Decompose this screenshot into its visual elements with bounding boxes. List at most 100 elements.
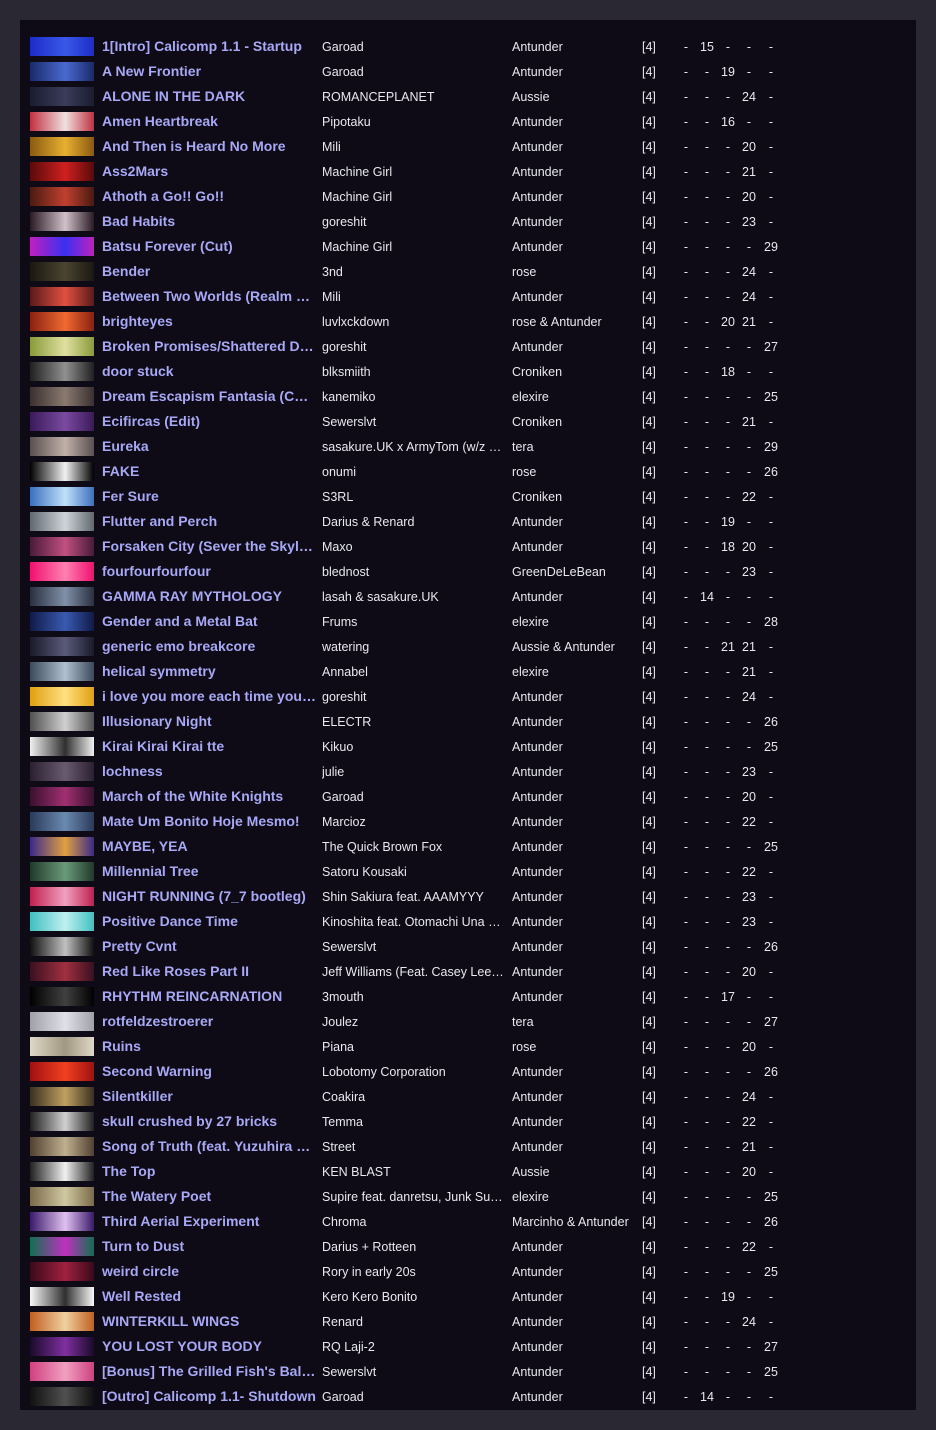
song-title-link[interactable]: Millennial Tree [102, 863, 316, 880]
song-row[interactable]: Illusionary Night ELECTR Antunder [4] - - - -26 [20, 709, 916, 734]
song-row[interactable]: Song of Truth (feat. Yuzuhira Eri) Street… [20, 1134, 916, 1159]
song-title-link[interactable]: Gender and a Metal Bat [102, 613, 316, 630]
song-title-link[interactable]: lochness [102, 763, 316, 780]
song-row[interactable]: Batsu Forever (Cut) Machine Girl Antunder [… [20, 234, 916, 259]
song-title-link[interactable]: Eureka [102, 438, 316, 455]
song-title-link[interactable]: generic emo breakcore [102, 638, 316, 655]
song-title-link[interactable]: Broken Promises/Shattered Dreams [102, 338, 316, 355]
song-title-link[interactable]: Between Two Worlds (Realm of Light) [102, 288, 316, 305]
song-row[interactable]: Athoth a Go!! Go!! Machine Girl Antunder [4… [20, 184, 916, 209]
song-row[interactable]: NIGHT RUNNING (7_7 bootleg) Shin Sakiura … [20, 884, 916, 909]
song-row[interactable]: Dream Escapism Fantasia (Cut Ver.) kanemi… [20, 384, 916, 409]
song-title-link[interactable]: [Bonus] The Grilled Fish's Ballad [102, 1363, 316, 1380]
song-row[interactable]: [Bonus] The Grilled Fish's Ballad Sewersl… [20, 1359, 916, 1384]
song-title-link[interactable]: RHYTHM REINCARNATION [102, 988, 316, 1005]
song-title-link[interactable]: Silentkiller [102, 1088, 316, 1105]
song-row[interactable]: GAMMA RAY MYTHOLOGY lasah & sasakure.UK An… [20, 584, 916, 609]
song-title-link[interactable]: door stuck [102, 363, 316, 380]
song-row[interactable]: helical symmetry Annabel elexire [4] - - -21- [20, 659, 916, 684]
song-row[interactable]: rotfeldzestroerer Joulez tera [4] - - - -27 [20, 1009, 916, 1034]
song-row[interactable]: Amen Heartbreak Pipotaku Antunder [4] - -16- - [20, 109, 916, 134]
song-row[interactable]: Second Warning Lobotomy Corporation Antund… [20, 1059, 916, 1084]
song-title-link[interactable]: Third Aerial Experiment [102, 1213, 316, 1230]
song-row[interactable]: WINTERKILL WINGS Renard Antunder [4] - - -24- [20, 1309, 916, 1334]
song-row[interactable]: Gender and a Metal Bat Frums elexire [4] - - -… [20, 609, 916, 634]
song-title-link[interactable]: GAMMA RAY MYTHOLOGY [102, 588, 316, 605]
song-row[interactable]: Ecifircas (Edit) Sewerslvt Croniken [4] - - -2… [20, 409, 916, 434]
song-row[interactable]: Kirai Kirai Kirai tte Kikuo Antunder [4] - - -… [20, 734, 916, 759]
song-row[interactable]: door stuck blksmiith Croniken [4] - -18- - [20, 359, 916, 384]
song-row[interactable]: fourfourfourfour blednost GreenDeLeBean [4]… [20, 559, 916, 584]
song-title-link[interactable]: brighteyes [102, 313, 316, 330]
song-title-link[interactable]: Mate Um Bonito Hoje Mesmo! [102, 813, 316, 830]
song-row[interactable]: Flutter and Perch Darius & Renard Antunder… [20, 509, 916, 534]
song-row[interactable]: YOU LOST YOUR BODY RQ Laji-2 Antunder [4] - -… [20, 1334, 916, 1359]
song-title-link[interactable]: YOU LOST YOUR BODY [102, 1338, 316, 1355]
song-row[interactable]: And Then is Heard No More Mili Antunder [4]… [20, 134, 916, 159]
song-row[interactable]: lochness julie Antunder [4] - - -23- [20, 759, 916, 784]
song-title-link[interactable]: Forsaken City (Sever the Skyline Remix) [102, 538, 316, 555]
song-row[interactable]: [Outro] Calicomp 1.1- Shutdown Garoad Antu… [20, 1384, 916, 1409]
song-title-link[interactable]: Dream Escapism Fantasia (Cut Ver.) [102, 388, 316, 405]
song-title-link[interactable]: Kirai Kirai Kirai tte [102, 738, 316, 755]
song-title-link[interactable]: Second Warning [102, 1063, 316, 1080]
song-row[interactable]: Ruins Piana rose [4] - - -20- [20, 1034, 916, 1059]
song-row[interactable]: March of the White Knights Garoad Antunder… [20, 784, 916, 809]
song-row[interactable]: The Top KEN BLAST Aussie [4] - - -20- [20, 1159, 916, 1184]
song-title-link[interactable]: Ruins [102, 1038, 316, 1055]
song-row[interactable]: RHYTHM REINCARNATION 3mouth Antunder [4] - -1… [20, 984, 916, 1009]
song-row[interactable]: Well Rested Kero Kero Bonito Antunder [4] - -… [20, 1284, 916, 1309]
song-title-link[interactable]: MAYBE, YEA [102, 838, 316, 855]
song-title-link[interactable]: A New Frontier [102, 63, 316, 80]
song-row[interactable]: Bad Habits goreshit Antunder [4] - - -23- [20, 209, 916, 234]
song-title-link[interactable]: Ass2Mars [102, 163, 316, 180]
song-title-link[interactable]: Ecifircas (Edit) [102, 413, 316, 430]
song-row[interactable]: Turn to Dust Darius + Rotteen Antunder [4] -… [20, 1234, 916, 1259]
song-title-link[interactable]: Athoth a Go!! Go!! [102, 188, 316, 205]
song-title-link[interactable]: Batsu Forever (Cut) [102, 238, 316, 255]
song-title-link[interactable]: Red Like Roses Part II [102, 963, 316, 980]
song-title-link[interactable]: Flutter and Perch [102, 513, 316, 530]
song-row[interactable]: A New Frontier Garoad Antunder [4] - -19- - [20, 59, 916, 84]
song-title-link[interactable]: weird circle [102, 1263, 316, 1280]
song-row[interactable]: generic emo breakcore watering Aussie & An… [20, 634, 916, 659]
song-row[interactable]: Broken Promises/Shattered Dreams goreshit… [20, 334, 916, 359]
song-title-link[interactable]: ALONE IN THE DARK [102, 88, 316, 105]
song-title-link[interactable]: fourfourfourfour [102, 563, 316, 580]
song-row[interactable]: brighteyes luvlxckdown rose & Antunder [4] -… [20, 309, 916, 334]
song-row[interactable]: Mate Um Bonito Hoje Mesmo! Marcioz Antunde… [20, 809, 916, 834]
song-title-link[interactable]: skull crushed by 27 bricks [102, 1113, 316, 1130]
song-row[interactable]: i love you more each time you die goreshi… [20, 684, 916, 709]
song-title-link[interactable]: March of the White Knights [102, 788, 316, 805]
song-title-link[interactable]: Turn to Dust [102, 1238, 316, 1255]
song-row[interactable]: FAKE onumi rose [4] - - - -26 [20, 459, 916, 484]
song-row[interactable]: weird circle Rory in early 20s Antunder [4]… [20, 1259, 916, 1284]
song-row[interactable]: Red Like Roses Part II Jeff Williams (Fea… [20, 959, 916, 984]
song-title-link[interactable]: i love you more each time you die [102, 688, 316, 705]
song-row[interactable]: Millennial Tree Satoru Kousaki Antunder [4]… [20, 859, 916, 884]
song-title-link[interactable]: WINTERKILL WINGS [102, 1313, 316, 1330]
song-title-link[interactable]: Amen Heartbreak [102, 113, 316, 130]
song-title-link[interactable]: Bad Habits [102, 213, 316, 230]
song-row[interactable]: Forsaken City (Sever the Skyline Remix) M… [20, 534, 916, 559]
song-title-link[interactable]: Well Rested [102, 1288, 316, 1305]
song-title-link[interactable]: [Outro] Calicomp 1.1- Shutdown [102, 1388, 316, 1405]
song-row[interactable]: Eureka sasakure.UK x ArmyTom (w/z Bunny) t… [20, 434, 916, 459]
song-title-link[interactable]: The Watery Poet [102, 1188, 316, 1205]
song-title-link[interactable]: helical symmetry [102, 663, 316, 680]
song-title-link[interactable]: And Then is Heard No More [102, 138, 316, 155]
song-title-link[interactable]: Illusionary Night [102, 713, 316, 730]
song-row[interactable]: Positive Dance Time Kinoshita feat. Otoma… [20, 909, 916, 934]
song-row[interactable]: Silentkiller Coakira Antunder [4] - - -24- [20, 1084, 916, 1109]
song-title-link[interactable]: Positive Dance Time [102, 913, 316, 930]
song-row[interactable]: ALONE IN THE DARK ROMANCEPLANET Aussie [4] -… [20, 84, 916, 109]
song-title-link[interactable]: NIGHT RUNNING (7_7 bootleg) [102, 888, 316, 905]
song-row[interactable]: The Watery Poet Supire feat. danretsu, Ju… [20, 1184, 916, 1209]
song-row[interactable]: Between Two Worlds (Realm of Light) Mili A… [20, 284, 916, 309]
song-row[interactable]: MAYBE, YEA The Quick Brown Fox Antunder [4]… [20, 834, 916, 859]
song-title-link[interactable]: Pretty Cvnt [102, 938, 316, 955]
song-row[interactable]: Third Aerial Experiment Chroma Marcinho & … [20, 1209, 916, 1234]
song-title-link[interactable]: The Top [102, 1163, 316, 1180]
song-row[interactable]: Pretty Cvnt Sewerslvt Antunder [4] - - - -26 [20, 934, 916, 959]
song-title-link[interactable]: Fer Sure [102, 488, 316, 505]
